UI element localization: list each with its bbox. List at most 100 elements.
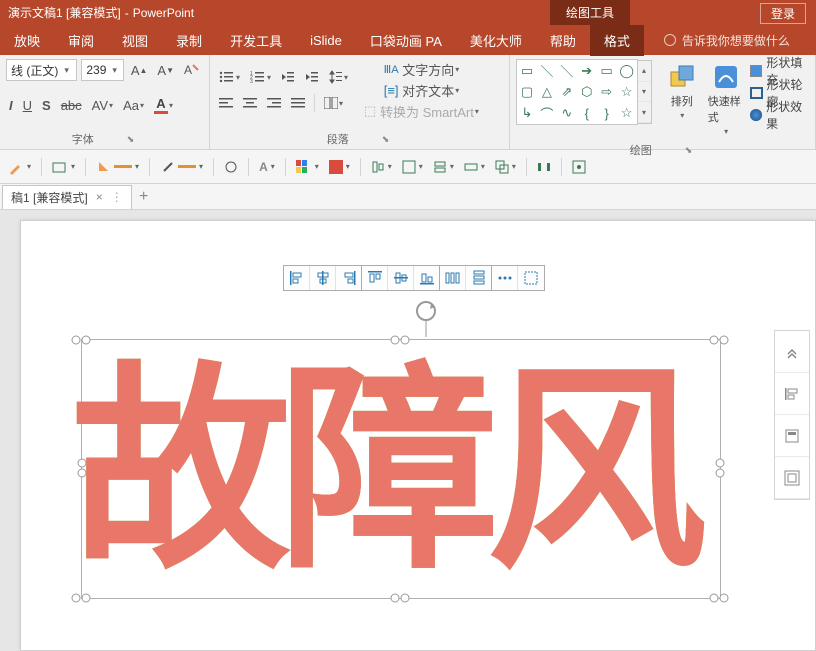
line-spacing-button[interactable]: ▾ bbox=[326, 66, 351, 88]
gallery-more-button[interactable]: ▾ bbox=[638, 102, 651, 123]
shape-line2-icon[interactable]: ＼ bbox=[560, 61, 573, 80]
shape-arrow2-icon[interactable]: ⇨ bbox=[601, 84, 612, 100]
tab-islide[interactable]: iSlide bbox=[296, 27, 356, 54]
align-center-button[interactable] bbox=[240, 92, 260, 114]
quick-styles-button[interactable]: 快速样式▾ bbox=[706, 59, 746, 140]
shape-star-icon[interactable]: ☆ bbox=[621, 84, 633, 100]
login-button[interactable]: 登录 bbox=[760, 3, 806, 24]
shape-brace-r-icon[interactable]: } bbox=[604, 106, 608, 121]
shape-hex-icon[interactable]: ⬡ bbox=[581, 84, 592, 100]
shape-rect-icon[interactable]: ▭ bbox=[601, 63, 613, 79]
shape-insert-split[interactable]: ▾ bbox=[50, 156, 77, 178]
text-direction-button[interactable]: ⅢA 文字方向▾ bbox=[361, 59, 482, 79]
mini-distribute-h[interactable] bbox=[440, 266, 466, 290]
paragraph-dialog-launcher[interactable]: ⬊ bbox=[379, 133, 393, 146]
justify-button[interactable] bbox=[288, 92, 308, 114]
swatch-single[interactable]: ▾ bbox=[327, 156, 352, 178]
shape-connector-icon[interactable]: ↳ bbox=[522, 105, 533, 121]
tell-me-search[interactable]: 告诉我你想要做什么 bbox=[664, 32, 790, 49]
tab-beautify[interactable]: 美化大师 bbox=[456, 25, 536, 56]
slide[interactable]: 故障风 故障风 故障风 bbox=[20, 220, 816, 651]
decrease-font-button[interactable]: A▼ bbox=[154, 59, 177, 81]
text-color-a[interactable]: A▾ bbox=[257, 156, 277, 178]
char-spacing-button[interactable]: AV▾ bbox=[89, 94, 116, 116]
bullets-button[interactable]: ▾ bbox=[216, 66, 243, 88]
handle-br[interactable] bbox=[708, 592, 732, 604]
mini-align-bottom[interactable] bbox=[414, 266, 440, 290]
mini-align-left[interactable] bbox=[284, 266, 310, 290]
tab-format[interactable]: 格式 bbox=[590, 25, 644, 56]
tab-record[interactable]: 录制 bbox=[162, 25, 216, 56]
shadow-button[interactable]: S bbox=[39, 94, 54, 116]
align-left-button[interactable] bbox=[216, 92, 236, 114]
doc-tab-1[interactable]: 稿1 [兼容模式] × ⋮ bbox=[2, 185, 132, 209]
mini-spacing[interactable] bbox=[492, 266, 518, 290]
font-dialog-launcher[interactable]: ⬊ bbox=[124, 133, 138, 146]
eyedropper-1[interactable]: ▾ bbox=[6, 156, 33, 178]
side-collapse-button[interactable] bbox=[775, 331, 809, 373]
eyedropper-2[interactable] bbox=[222, 156, 240, 178]
distribute-h[interactable] bbox=[535, 156, 553, 178]
handle-tl[interactable] bbox=[70, 334, 94, 346]
mini-more[interactable] bbox=[518, 266, 544, 290]
mini-distribute-v[interactable] bbox=[466, 266, 492, 290]
gallery-down-button[interactable]: ▾ bbox=[638, 82, 651, 103]
increase-indent-button[interactable] bbox=[302, 66, 322, 88]
shape-diamond-icon[interactable]: ⇗ bbox=[561, 84, 572, 100]
swatch-grid[interactable]: ▾ bbox=[294, 156, 321, 178]
shape-callout-icon[interactable]: ☆ bbox=[621, 105, 633, 121]
selection-pane[interactable] bbox=[570, 156, 588, 178]
align-obj-3[interactable]: ▾ bbox=[431, 156, 456, 178]
mini-align-right[interactable] bbox=[336, 266, 362, 290]
mini-align-top[interactable] bbox=[362, 266, 388, 290]
shape-oval-icon[interactable]: ◯ bbox=[619, 63, 634, 79]
change-case-button[interactable]: Aa▾ bbox=[120, 94, 147, 116]
tab-developer[interactable]: 开发工具 bbox=[216, 25, 296, 56]
numbering-button[interactable]: 123▾ bbox=[247, 66, 274, 88]
outline-color-split[interactable]: ▾ bbox=[158, 156, 205, 178]
mini-align-center-h[interactable] bbox=[310, 266, 336, 290]
font-size-combo[interactable]: 239▾ bbox=[81, 59, 123, 81]
arrange-button[interactable]: 排列▾ bbox=[662, 59, 702, 124]
drawing-dialog-launcher[interactable]: ⬊ bbox=[682, 144, 696, 157]
shape-roundrect-icon[interactable]: ▢ bbox=[521, 84, 533, 100]
italic-button[interactable]: I bbox=[6, 94, 16, 116]
tab-slideshow[interactable]: 放映 bbox=[0, 25, 54, 56]
gallery-up-button[interactable]: ▴ bbox=[638, 61, 651, 82]
shape-arrow-icon[interactable]: ➔ bbox=[581, 63, 592, 79]
side-fit-button[interactable] bbox=[775, 457, 809, 499]
shapes-gallery[interactable]: ▭ ＼ ＼ ➔ ▭ ◯ ▢ △ ⇗ ⬡ ⇨ ☆ ↳ ⌒ ∿ { } ☆ ▴▾▾ bbox=[516, 59, 638, 125]
shape-arc-icon[interactable]: ⌒ bbox=[540, 104, 553, 123]
columns-button[interactable]: ▾ bbox=[321, 92, 346, 114]
tab-review[interactable]: 审阅 bbox=[54, 25, 108, 56]
tab-view[interactable]: 视图 bbox=[108, 25, 162, 56]
shape-triangle-icon[interactable]: △ bbox=[542, 84, 552, 100]
shape-textbox-icon[interactable]: ▭ bbox=[521, 63, 533, 79]
handle-t[interactable] bbox=[389, 334, 413, 346]
font-color-button[interactable]: A▾ bbox=[151, 94, 176, 116]
tab-help[interactable]: 帮助 bbox=[536, 25, 590, 56]
align-text-button[interactable]: [≡] 对齐文本▾ bbox=[361, 80, 482, 100]
shape-brace-l-icon[interactable]: { bbox=[585, 106, 589, 121]
shape-effects-button[interactable]: 形状效果 bbox=[750, 105, 809, 125]
underline-button[interactable]: U bbox=[20, 94, 35, 116]
add-tab-button[interactable]: + bbox=[132, 185, 156, 209]
font-family-combo[interactable]: 线 (正文)▾ bbox=[6, 59, 77, 81]
align-obj-4[interactable]: ▾ bbox=[462, 156, 487, 178]
group-objects[interactable]: ▾ bbox=[493, 156, 518, 178]
handle-tr[interactable] bbox=[708, 334, 732, 346]
tab-pocket-anim[interactable]: 口袋动画 PA bbox=[356, 25, 456, 56]
increase-font-button[interactable]: A▲ bbox=[128, 59, 151, 81]
fill-color-split[interactable]: ▾ bbox=[94, 156, 141, 178]
align-obj-1[interactable]: ▾ bbox=[369, 156, 394, 178]
side-align-button[interactable] bbox=[775, 373, 809, 415]
strikethrough-button[interactable]: abc bbox=[58, 94, 85, 116]
clear-formatting-button[interactable]: A bbox=[181, 59, 203, 81]
mini-align-middle-v[interactable] bbox=[388, 266, 414, 290]
align-obj-2[interactable]: ▾ bbox=[400, 156, 425, 178]
align-right-button[interactable] bbox=[264, 92, 284, 114]
rotation-handle[interactable] bbox=[411, 299, 441, 342]
handle-r[interactable] bbox=[714, 457, 726, 481]
shape-line-icon[interactable]: ＼ bbox=[540, 61, 553, 80]
shape-curve-icon[interactable]: ∿ bbox=[561, 105, 572, 121]
